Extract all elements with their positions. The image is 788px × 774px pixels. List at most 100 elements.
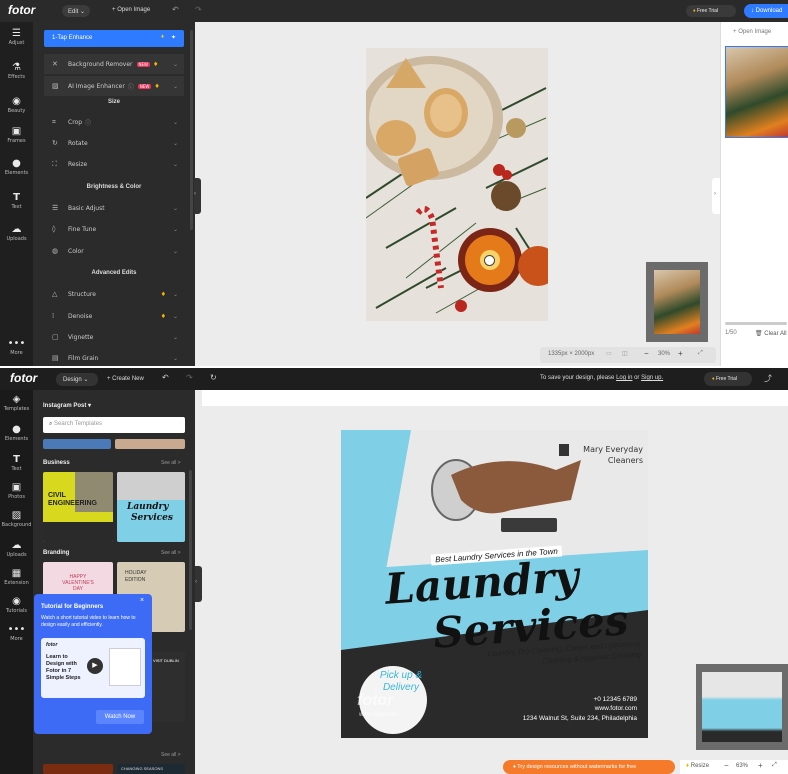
rail-frames[interactable]: ▣ Frames bbox=[0, 126, 33, 144]
tutorial-video-card[interactable]: fotor Learn to Design with Fotor in 7 Si… bbox=[41, 638, 145, 698]
see-all-branding[interactable]: See all > bbox=[161, 550, 181, 556]
navigator-thumbnail[interactable] bbox=[646, 262, 708, 342]
promo-banner[interactable]: ♦ Try design resources without watermark… bbox=[503, 760, 675, 774]
rotate-item[interactable]: ↻ Rotate ⌄ bbox=[44, 133, 184, 153]
rail-text[interactable]: T Text bbox=[0, 192, 33, 210]
navigator-thumbnail[interactable] bbox=[696, 664, 788, 750]
rail-photos[interactable]: ▣ Photos bbox=[0, 482, 33, 500]
laundry-poster[interactable]: Mary Everyday Cleaners Best Laundry Serv… bbox=[341, 430, 648, 738]
signup-link[interactable]: Sign up. bbox=[641, 375, 663, 381]
zoom-level[interactable]: 63% bbox=[736, 763, 748, 769]
crop-item[interactable]: ⌗ Crop ⓘ ⌄ bbox=[44, 112, 184, 132]
one-tap-enhance-button[interactable]: 1-Tap Enhance ♦ ✦ bbox=[44, 30, 184, 47]
category-dropdown[interactable]: Instagram Post ▾ bbox=[43, 402, 91, 409]
fotor-logo[interactable]: fotor bbox=[8, 3, 35, 17]
fit-screen-icon[interactable]: ⤢ bbox=[772, 762, 777, 769]
color-label: Color bbox=[68, 247, 84, 255]
template-fire[interactable] bbox=[43, 764, 113, 774]
anchor-point-icon[interactable] bbox=[484, 255, 495, 266]
rail-adjust[interactable]: ☰ Adjust bbox=[0, 28, 33, 46]
collapse-panel-handle[interactable]: ‹ bbox=[194, 178, 201, 214]
section-advanced-edits: Advanced Edits bbox=[91, 270, 137, 276]
vignette-item[interactable]: ▢ Vignette ⌄ bbox=[44, 327, 184, 347]
fotor-logo[interactable]: fotor bbox=[10, 371, 37, 385]
gem-icon: ♦ bbox=[693, 8, 696, 14]
share-icon[interactable]: ⤴ bbox=[764, 373, 772, 384]
download-button[interactable]: ↓ Download bbox=[744, 4, 788, 18]
rail-label: Uploads bbox=[6, 236, 27, 242]
download-label: Download bbox=[755, 8, 783, 14]
play-icon[interactable]: ▶ bbox=[87, 658, 103, 674]
poster-phone: +0 12345 6789 bbox=[593, 696, 637, 703]
clear-all-button[interactable]: 🗑 Clear All bbox=[755, 330, 787, 337]
refresh-icon[interactable]: ↻ bbox=[210, 373, 217, 382]
rail-background[interactable]: ▨ Background bbox=[0, 510, 33, 528]
rail-elements[interactable]: ● Elements bbox=[0, 158, 33, 176]
bg-remover-item[interactable]: ✕ Background Remover NEW ♦ ⌄ bbox=[44, 54, 184, 74]
zoom-out-button[interactable]: − bbox=[724, 761, 729, 770]
login-link[interactable]: Log in bbox=[616, 375, 632, 381]
watch-now-button[interactable]: Watch Now bbox=[96, 710, 144, 724]
color-item[interactable]: ◍ Color ⌄ bbox=[44, 241, 184, 261]
resize-item[interactable]: ⛶ Resize ⌄ bbox=[44, 154, 184, 174]
redo-icon[interactable]: ↷ bbox=[195, 5, 202, 14]
collapse-panel-handle[interactable]: ‹ bbox=[195, 566, 202, 602]
split-view-icon[interactable]: ◫ bbox=[622, 350, 628, 357]
rail-uploads[interactable]: ☁ Uploads bbox=[0, 540, 33, 558]
zoom-in-button[interactable]: + bbox=[678, 349, 683, 358]
rail-elements[interactable]: ● Elements bbox=[0, 424, 33, 442]
film-grain-item[interactable]: ▤ Film Grain ⌄ bbox=[44, 348, 184, 368]
zoom-out-button[interactable]: − bbox=[644, 349, 649, 358]
free-trial-button[interactable]: ♦ Free Trial bbox=[704, 372, 752, 386]
rail-more[interactable]: ••• More bbox=[0, 338, 33, 356]
panel-scrollbar[interactable] bbox=[190, 30, 193, 230]
template-strip-2[interactable] bbox=[115, 439, 185, 449]
zoom-in-button[interactable]: + bbox=[758, 761, 763, 770]
rail-beauty[interactable]: ◉ Beauty bbox=[0, 96, 33, 114]
template-text: HOLIDAY bbox=[125, 570, 147, 576]
denoise-item[interactable]: ⁞ Denoise ♦ ⌄ bbox=[44, 306, 184, 326]
template-strip-1[interactable] bbox=[43, 439, 111, 449]
free-trial-button[interactable]: ♦ Free Trial bbox=[686, 5, 736, 17]
resize-button[interactable]: ♦ Resize bbox=[686, 763, 709, 769]
compare-icon[interactable]: ▭ bbox=[606, 350, 612, 357]
rail-effects[interactable]: ⚗ Effects bbox=[0, 62, 33, 80]
triangle-icon: △ bbox=[52, 290, 58, 298]
zoom-level[interactable]: 30% bbox=[658, 351, 670, 357]
rail-uploads[interactable]: ☁ Uploads bbox=[0, 224, 33, 242]
christmas-photo[interactable] bbox=[366, 48, 548, 321]
fit-screen-icon[interactable]: ⤢ bbox=[698, 350, 703, 357]
create-new-button[interactable]: + Create New bbox=[107, 376, 144, 382]
cloud-upload-icon: ☁ bbox=[11, 224, 22, 235]
rail-extension[interactable]: ▦ Extension bbox=[0, 568, 33, 586]
undo-icon[interactable]: ↶ bbox=[162, 373, 169, 382]
basic-adjust-item[interactable]: ☰ Basic Adjust ⌄ bbox=[44, 198, 184, 218]
template-changing-seasons[interactable]: CHANGING SEASONS bbox=[117, 764, 185, 774]
rail-templates[interactable]: ◈ Templates bbox=[0, 394, 33, 412]
see-all-business[interactable]: See all > bbox=[161, 460, 181, 466]
template-civil-engineering[interactable]: CIVIL ENGINEERING bbox=[43, 472, 113, 542]
template-laundry-services[interactable]: Laundry Services bbox=[117, 472, 185, 542]
thumbnail-scrollbar[interactable] bbox=[725, 322, 787, 325]
panel-scrollbar[interactable] bbox=[189, 470, 192, 630]
rail-tutorials[interactable]: ◉ Tutorials bbox=[0, 596, 33, 614]
rail-text[interactable]: T Text bbox=[0, 454, 33, 472]
image-thumbnail-selected[interactable] bbox=[725, 46, 788, 138]
elements-icon: ● bbox=[12, 158, 21, 169]
close-icon[interactable]: × bbox=[140, 597, 144, 604]
template-visit-dublin[interactable]: VISIT DUBLIN bbox=[151, 652, 185, 722]
right-open-image-button[interactable]: + Open Image bbox=[733, 29, 771, 35]
undo-icon[interactable]: ↶ bbox=[172, 5, 179, 14]
structure-item[interactable]: △ Structure ♦ ⌄ bbox=[44, 284, 184, 304]
fine-tune-item[interactable]: ◊ Fine Tune ⌄ bbox=[44, 219, 184, 239]
right-panel-toggle[interactable]: › bbox=[712, 178, 720, 214]
rail-more[interactable]: ••• More bbox=[0, 624, 33, 642]
ai-enhancer-item[interactable]: ▨ AI Image Enhancer ⓘ NEW ♦ ⌄ bbox=[44, 76, 184, 96]
open-image-button[interactable]: + Open Image bbox=[112, 7, 150, 13]
search-templates-input[interactable]: ⌕ Search Templates bbox=[43, 417, 185, 433]
search-placeholder: Search Templates bbox=[54, 421, 102, 427]
design-menu[interactable]: Design ⌄ bbox=[56, 373, 98, 386]
see-all-more[interactable]: See all > bbox=[161, 752, 181, 758]
redo-icon[interactable]: ↷ bbox=[186, 373, 193, 382]
edit-menu[interactable]: Edit ⌄ bbox=[62, 5, 90, 17]
